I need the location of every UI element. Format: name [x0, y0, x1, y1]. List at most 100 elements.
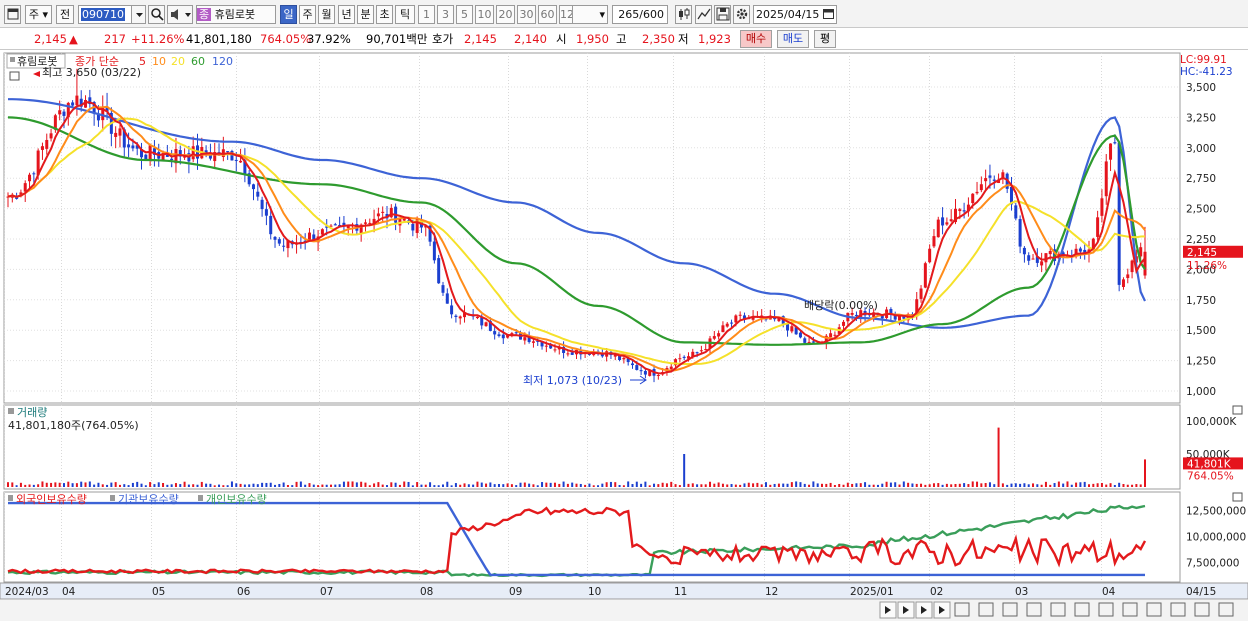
- code-dropdown-icon[interactable]: [131, 5, 146, 24]
- volume-bar: [497, 483, 500, 487]
- candle-body: [127, 144, 131, 148]
- candle-body: [191, 146, 195, 160]
- volume-bar: [37, 484, 40, 487]
- candle-body: [730, 322, 734, 324]
- volume-bar: [747, 482, 750, 487]
- minute-step-select[interactable]: ▾: [572, 5, 608, 24]
- volume-bar: [110, 482, 113, 487]
- candle-body: [1143, 251, 1147, 276]
- candle-body: [898, 316, 902, 321]
- stock-name-field[interactable]: 종 휴림로봇: [196, 5, 276, 24]
- volume-bar: [377, 482, 380, 487]
- hts-chart-window: 주 ▾ 전 090710 종 휴림로봇 일주월년분초틱 1 3 5 10 20 30 60 1…: [0, 0, 1248, 621]
- legend-handle-icon: [8, 495, 13, 501]
- volume-bar: [528, 483, 531, 487]
- volume-bar: [980, 483, 983, 487]
- candle-body: [622, 357, 626, 360]
- minute-step-tab[interactable]: 30: [517, 5, 536, 24]
- volume-bar: [902, 481, 905, 487]
- period-main-select[interactable]: 주 ▾: [25, 5, 52, 24]
- candle-body: [1048, 251, 1052, 255]
- volume-bar: [1057, 481, 1060, 487]
- holdings-tick-label: 7,500,000: [1186, 557, 1239, 569]
- candle-body: [40, 146, 44, 150]
- volume-bar: [355, 482, 358, 487]
- prev-button[interactable]: 전: [56, 5, 74, 24]
- window-menu-icon[interactable]: [4, 5, 21, 24]
- sound-icon[interactable]: [167, 5, 193, 24]
- candle-body: [62, 111, 66, 116]
- volume-bar: [454, 483, 457, 487]
- buy-button[interactable]: 매수: [740, 30, 772, 48]
- bar-count-input[interactable]: 265/600: [612, 5, 668, 24]
- volume-bar: [937, 483, 940, 487]
- stock-chart[interactable]: 3,5003,2503,0002,7502,5002,2502,0001,750…: [0, 50, 1248, 621]
- calendar-icon[interactable]: [823, 7, 834, 23]
- save-icon[interactable]: [714, 5, 731, 24]
- x-tick-label: 04: [62, 586, 76, 598]
- volume-bar: [24, 484, 27, 487]
- candle-body: [239, 160, 243, 163]
- volume-bar: [726, 484, 729, 487]
- volume-bar: [463, 483, 466, 487]
- volume-bar: [11, 482, 14, 487]
- candle-body: [678, 358, 682, 360]
- period-tab[interactable]: 일: [280, 5, 297, 24]
- candle-body: [49, 133, 53, 139]
- volume-bar: [1092, 483, 1095, 487]
- minute-step-tab[interactable]: 60: [538, 5, 557, 24]
- volume-summary: 41,801,180주(764.05%): [8, 419, 139, 432]
- period-tab[interactable]: 분: [357, 5, 374, 24]
- candle-body: [256, 191, 260, 197]
- volume-bar: [859, 483, 862, 487]
- minute-step-tab[interactable]: 10: [475, 5, 494, 24]
- candle-body: [738, 314, 742, 316]
- volume-bar: [1049, 484, 1052, 487]
- indicator-icon[interactable]: [695, 5, 712, 24]
- minute-step-tab[interactable]: 1: [418, 5, 435, 24]
- x-tick-label: 12: [765, 586, 778, 598]
- candle-body: [71, 102, 75, 106]
- period-tab[interactable]: 년: [338, 5, 355, 24]
- candle-body: [570, 352, 574, 355]
- minute-step-tab[interactable]: 20: [496, 5, 515, 24]
- minute-step-tab[interactable]: 3: [437, 5, 454, 24]
- volume-bar: [41, 481, 44, 487]
- gear-icon[interactable]: [733, 5, 750, 24]
- candle-body: [333, 224, 337, 226]
- volume-close-icon[interactable]: [1232, 405, 1243, 415]
- volume-bar: [782, 483, 785, 487]
- legend-handle-icon: [198, 495, 203, 501]
- volume-bar: [549, 482, 552, 487]
- minute-step-tab[interactable]: 5: [456, 5, 473, 24]
- volume-bar: [799, 482, 802, 487]
- volume-bar: [411, 485, 414, 487]
- period-tab[interactable]: 초: [376, 5, 393, 24]
- period-tab[interactable]: 월: [318, 5, 335, 24]
- volume-bar: [777, 483, 780, 487]
- date-input[interactable]: 2025/04/15: [753, 5, 837, 24]
- candle-body: [945, 222, 949, 225]
- current-price: 2,145: [34, 32, 67, 46]
- x-tick-label: 04: [1102, 586, 1116, 598]
- period-tab[interactable]: 틱: [395, 5, 415, 24]
- volume-bar: [601, 483, 604, 487]
- volume-bar: [631, 484, 634, 487]
- volume-bar: [157, 482, 160, 487]
- volume-bar: [480, 482, 483, 487]
- holdings-close-icon[interactable]: [1232, 492, 1243, 502]
- sell-button[interactable]: 매도: [777, 30, 809, 48]
- evaluate-button[interactable]: 평: [814, 30, 836, 48]
- candle-type-icon[interactable]: [675, 5, 692, 24]
- price-tick-label: 3,250: [1186, 112, 1216, 124]
- collapse-icon[interactable]: [9, 71, 20, 81]
- search-icon[interactable]: [148, 5, 165, 24]
- candle-body: [484, 322, 488, 327]
- candle-body: [1027, 255, 1031, 261]
- volume-value: 41,801,180: [186, 32, 252, 46]
- volume-bar: [614, 482, 617, 487]
- volume-bar: [545, 482, 548, 487]
- period-tab[interactable]: 주: [299, 5, 316, 24]
- candle-body: [919, 288, 923, 299]
- volume-bar: [609, 481, 612, 487]
